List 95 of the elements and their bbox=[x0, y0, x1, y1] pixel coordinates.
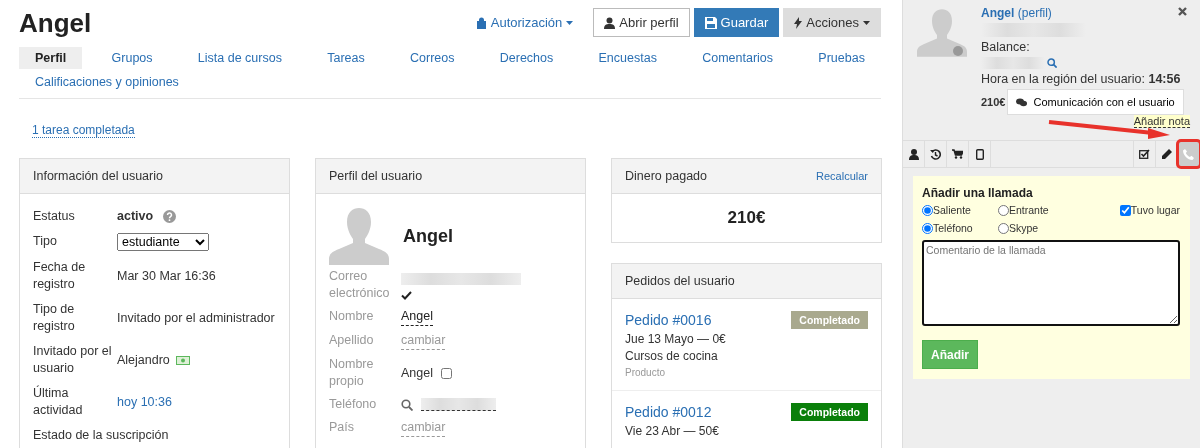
radio-button[interactable] bbox=[998, 204, 1009, 216]
last-activity-link[interactable]: hoy 10:36 bbox=[117, 393, 172, 411]
actions-button[interactable]: Acciones bbox=[783, 8, 881, 37]
field-label: Invitado por el usuario bbox=[33, 343, 113, 377]
phone-icon bbox=[1183, 148, 1194, 160]
history-icon bbox=[930, 148, 941, 160]
tab[interactable]: Tareas bbox=[311, 47, 381, 69]
close-icon[interactable] bbox=[1178, 7, 1187, 16]
search-icon[interactable] bbox=[401, 398, 413, 411]
card-title: Pedidos del usuario bbox=[625, 274, 735, 288]
field-label: Nombre bbox=[329, 308, 375, 325]
paid-amount: 210€ bbox=[727, 208, 766, 227]
field-value: Alejandro bbox=[117, 351, 170, 369]
profile-name: Angel bbox=[403, 226, 453, 247]
card-title: Perfil del usuario bbox=[329, 169, 423, 183]
user-name-link[interactable]: Angel bbox=[981, 6, 1015, 20]
field-label: Tipo de registro bbox=[33, 301, 76, 335]
user-time: Hora en la región del usuario: 14:56 bbox=[981, 72, 1182, 86]
tab[interactable]: Encuestas bbox=[582, 47, 673, 69]
authorization-button[interactable]: Autorización bbox=[465, 8, 584, 37]
field-value: Invitado por el administrador bbox=[117, 309, 275, 327]
field-value: Mar 30 Mar 16:36 bbox=[117, 267, 216, 285]
tablet-icon bbox=[975, 148, 984, 160]
tab[interactable]: Grupos bbox=[95, 47, 169, 69]
order-link[interactable]: Pedido #0012 bbox=[625, 404, 712, 420]
first-name-value[interactable]: Angel bbox=[401, 308, 433, 326]
order-status-badge: Completado bbox=[791, 311, 868, 329]
pencil-icon bbox=[1161, 148, 1172, 160]
order-link[interactable]: Pedido #0016 bbox=[625, 312, 712, 328]
communication-button[interactable]: Comunicación con el usuario bbox=[1007, 89, 1184, 115]
option-label: Saliente bbox=[933, 204, 971, 216]
money-icon bbox=[175, 355, 190, 365]
checkbox[interactable] bbox=[1119, 204, 1131, 216]
card-title: Dinero pagado bbox=[625, 169, 707, 183]
avatar-icon bbox=[329, 208, 389, 265]
tab[interactable]: Pruebas bbox=[802, 47, 881, 69]
cart-icon bbox=[952, 149, 963, 159]
option-label: Skype bbox=[1009, 222, 1039, 234]
person-icon bbox=[908, 148, 919, 160]
page-title: Angel bbox=[19, 8, 92, 38]
option-label: Teléfono bbox=[933, 222, 973, 234]
option-label: Tuvo lugar bbox=[1130, 204, 1180, 216]
order-date: Vie 23 Abr — 50€ bbox=[625, 424, 720, 438]
field-label: Fecha de registro bbox=[33, 259, 87, 293]
radio-button[interactable] bbox=[922, 222, 933, 234]
tab[interactable]: Derechos bbox=[483, 47, 570, 69]
balance-label: Balance: bbox=[981, 40, 1031, 54]
order-product: Cursos de cocina bbox=[625, 349, 719, 363]
avatar-icon bbox=[917, 6, 967, 60]
profile-link[interactable]: (perfil) bbox=[1017, 6, 1052, 20]
card-title: Información del usuario bbox=[33, 169, 163, 183]
change-link[interactable]: cambiar bbox=[401, 419, 446, 437]
field-label: País bbox=[329, 419, 355, 436]
option-label: Entrante bbox=[1009, 204, 1049, 216]
type-select[interactable]: estudiante bbox=[117, 233, 209, 251]
completed-tasks-link[interactable]: 1 tarea completada bbox=[32, 123, 135, 138]
person-icon bbox=[604, 16, 616, 29]
checkbox[interactable] bbox=[441, 367, 452, 379]
field-label: Última actividad bbox=[33, 385, 84, 419]
add-note-link[interactable]: Añadir nota bbox=[1133, 115, 1190, 128]
radio-button[interactable] bbox=[922, 204, 933, 216]
form-title: Añadir una llamada bbox=[922, 186, 1034, 200]
phone-tool-button[interactable] bbox=[1178, 141, 1200, 167]
field-label: Estado de la suscripción bbox=[33, 427, 169, 444]
field-label: Correo electrónico bbox=[329, 268, 391, 302]
sidebar-amount: 210€ bbox=[981, 96, 1006, 108]
radio-button[interactable] bbox=[998, 222, 1009, 234]
order-date: Jue 13 Mayo — 0€ bbox=[625, 332, 727, 346]
status-value: activo bbox=[117, 208, 154, 225]
field-label: Estatus bbox=[33, 208, 76, 225]
tab[interactable]: Calificaciones y opiniones bbox=[19, 71, 195, 93]
field-label: Tipo bbox=[33, 233, 58, 250]
help-icon[interactable] bbox=[163, 210, 177, 223]
chat-bubbles-icon bbox=[1016, 97, 1028, 107]
field-label: Apellido bbox=[329, 332, 375, 349]
change-link[interactable]: cambiar bbox=[401, 332, 446, 350]
tab[interactable]: Comentarios bbox=[686, 47, 790, 69]
field-label: Teléfono bbox=[329, 396, 378, 413]
tab[interactable]: Lista de cursos bbox=[181, 47, 298, 69]
lightning-icon bbox=[794, 16, 803, 29]
tab[interactable]: Perfil bbox=[19, 47, 83, 69]
order-status-badge: Completado bbox=[791, 403, 868, 421]
search-icon[interactable] bbox=[1047, 58, 1057, 68]
checkbox-icon bbox=[1139, 149, 1150, 159]
order-product-type: Producto bbox=[625, 367, 667, 378]
caret-icon bbox=[863, 20, 870, 25]
save-button[interactable]: Guardar bbox=[693, 8, 780, 37]
open-profile-button[interactable]: Abrir perfil bbox=[593, 8, 690, 37]
comment-field[interactable]: Comentario de la llamada bbox=[922, 240, 1180, 326]
field-label: Nombre propio bbox=[329, 356, 375, 390]
recalculate-link[interactable]: Recalcular bbox=[816, 170, 868, 182]
field-value: Angel bbox=[401, 364, 433, 382]
caret-icon bbox=[566, 20, 574, 25]
lock-icon bbox=[475, 16, 487, 29]
tab[interactable]: Correos bbox=[394, 47, 471, 69]
